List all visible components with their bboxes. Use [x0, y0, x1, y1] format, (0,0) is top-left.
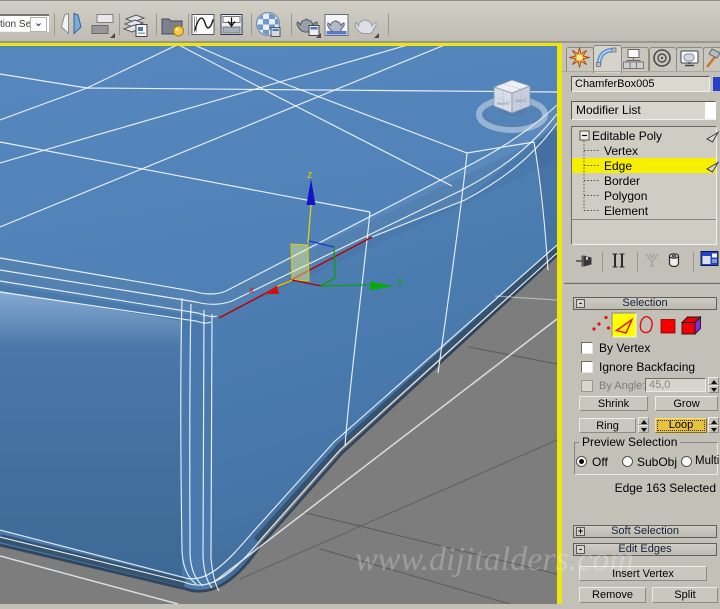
svg-text:RIGHT: RIGHT [497, 101, 510, 106]
svg-text:y: y [398, 276, 403, 287]
svg-text:BACK: BACK [516, 98, 527, 103]
svg-text:x: x [249, 285, 254, 296]
svg-text:z: z [307, 169, 313, 181]
